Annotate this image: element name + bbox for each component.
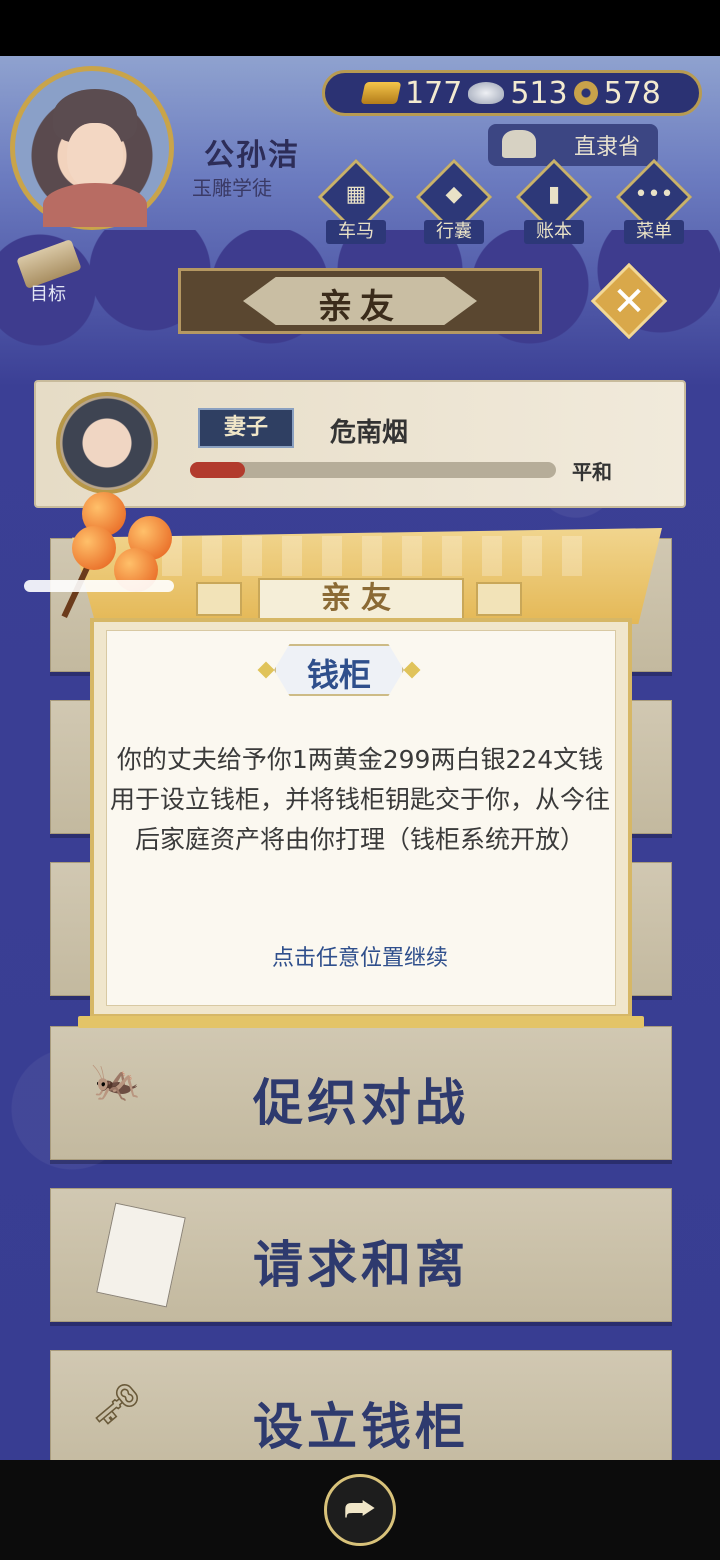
- copper-coin-icon: [573, 81, 598, 105]
- region-label: 直隶省: [573, 135, 640, 160]
- page-title-banner: 亲友: [178, 268, 542, 334]
- player-title: 玉雕学徒: [192, 176, 272, 200]
- share-icon: ⮫: [344, 1490, 376, 1530]
- nav-label: 账本: [524, 220, 584, 244]
- goal-button[interactable]: 目标: [12, 239, 84, 305]
- nav-carriage-button[interactable]: ▦ 车马: [317, 158, 395, 246]
- affection-fill: [190, 462, 245, 478]
- region-button[interactable]: 直隶省: [488, 124, 658, 166]
- currency-bar[interactable]: 177 513 578: [322, 70, 702, 116]
- nav-bag-button[interactable]: ◆ 行囊: [415, 158, 493, 246]
- spouse-name: 危南烟: [330, 418, 409, 448]
- dialog-header-title: 亲友: [258, 578, 464, 620]
- spouse-avatar: [56, 392, 158, 494]
- tanghulu-decoration: [61, 490, 192, 620]
- silver-amount: 513: [510, 75, 568, 111]
- divorce-card[interactable]: 请求和离: [50, 1188, 672, 1322]
- seal-icon: [502, 130, 536, 158]
- nav-label: 行囊: [424, 220, 484, 244]
- nav-menu-button[interactable]: ••• 菜单: [615, 158, 693, 246]
- affection-bar: [190, 462, 556, 478]
- nav-label: 车马: [326, 220, 386, 244]
- player-avatar[interactable]: [10, 66, 174, 230]
- spouse-card[interactable]: 妻子 危南烟 平和: [34, 380, 686, 508]
- continue-hint[interactable]: 点击任意位置继续: [110, 940, 610, 972]
- goal-label: 目标: [30, 284, 66, 305]
- nav-ledger-button[interactable]: ▮ 账本: [515, 158, 593, 246]
- gold-amount: 177: [405, 75, 463, 111]
- cloud-decoration: [24, 580, 174, 592]
- coin-amount: 578: [603, 75, 661, 111]
- share-button[interactable]: ⮫: [324, 1474, 396, 1546]
- avatar-face: [67, 123, 123, 189]
- dialog-subtitle: 钱柜: [257, 642, 421, 698]
- card-label: 促织对战: [253, 1074, 469, 1132]
- page-title: 亲友: [318, 287, 402, 327]
- nav-label: 菜单: [624, 220, 684, 244]
- player-name: 公孙洁: [204, 138, 300, 173]
- relation-badge: 妻子: [198, 408, 294, 448]
- card-label: 设立钱柜: [253, 1398, 469, 1456]
- cricket-battle-card[interactable]: 🦗 促织对战: [50, 1026, 672, 1160]
- card-label: 请求和离: [253, 1236, 469, 1294]
- mood-label: 平和: [572, 460, 612, 484]
- dialog-subtitle-text: 钱柜: [306, 656, 371, 694]
- avatar-robe: [43, 183, 147, 227]
- dialog-message: 你的丈夫给予你1两黄金299两白银224文钱用于设立钱柜，并将钱柜钥匙交于你，从…: [110, 745, 611, 854]
- gold-ingot-icon: [360, 82, 402, 104]
- status-bar: [0, 0, 720, 56]
- silver-ingot-icon: [468, 82, 505, 104]
- close-icon[interactable]: ✕: [602, 276, 656, 330]
